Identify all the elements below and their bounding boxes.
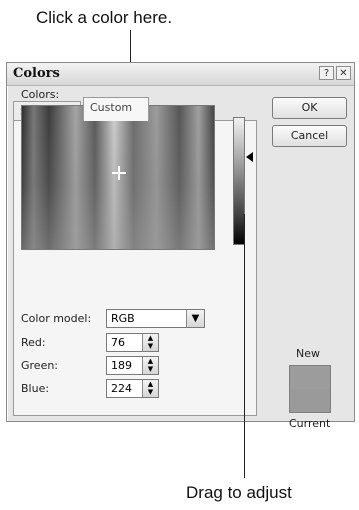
new-color-swatch: [290, 366, 330, 389]
crosshair-icon[interactable]: [112, 166, 126, 180]
tab-custom[interactable]: Custom: [83, 97, 149, 121]
up-down-arrows-icon[interactable]: ▲ ▼: [142, 357, 158, 374]
close-button[interactable]: ✕: [336, 66, 351, 80]
dialog-title: Colors: [13, 66, 60, 81]
annotation-click-color: Click a color here.: [36, 8, 173, 27]
triangle-pointer-icon[interactable]: [246, 152, 253, 162]
colors-label: Colors:: [21, 88, 60, 101]
current-label: Current: [289, 417, 331, 430]
green-label: Green:: [21, 359, 59, 372]
colors-dialog: Colors ? ✕ Standard Custom Colors: Color…: [6, 62, 355, 430]
annotation-leader-bottom: [244, 214, 245, 478]
up-down-arrows-icon[interactable]: ▲ ▼: [142, 334, 158, 351]
red-value[interactable]: 76: [111, 336, 125, 349]
new-label: New: [296, 347, 320, 360]
help-button[interactable]: ?: [319, 66, 334, 80]
color-preview-swatch: [289, 365, 331, 413]
blue-value[interactable]: 224: [111, 382, 132, 395]
red-label: Red:: [21, 336, 46, 349]
current-color-swatch: [290, 389, 330, 412]
green-value[interactable]: 189: [111, 359, 132, 372]
ok-button[interactable]: OK: [272, 97, 347, 119]
blue-label: Blue:: [21, 382, 50, 395]
chevron-down-icon[interactable]: ▼: [186, 310, 204, 327]
red-stepper[interactable]: 76 ▲ ▼: [106, 333, 159, 352]
blue-stepper[interactable]: 224 ▲ ▼: [106, 379, 159, 398]
cancel-button[interactable]: Cancel: [272, 125, 347, 147]
color-model-value: RGB: [111, 312, 135, 325]
color-model-select[interactable]: RGB ▼: [106, 309, 205, 328]
up-down-arrows-icon[interactable]: ▲ ▼: [142, 380, 158, 397]
annotation-drag-adjust: Drag to adjust: [186, 483, 292, 502]
color-model-label: Color model:: [21, 312, 92, 325]
dialog-titlebar: Colors ? ✕: [7, 63, 354, 86]
color-spectrum-picker[interactable]: [21, 105, 215, 250]
green-stepper[interactable]: 189 ▲ ▼: [106, 356, 159, 375]
